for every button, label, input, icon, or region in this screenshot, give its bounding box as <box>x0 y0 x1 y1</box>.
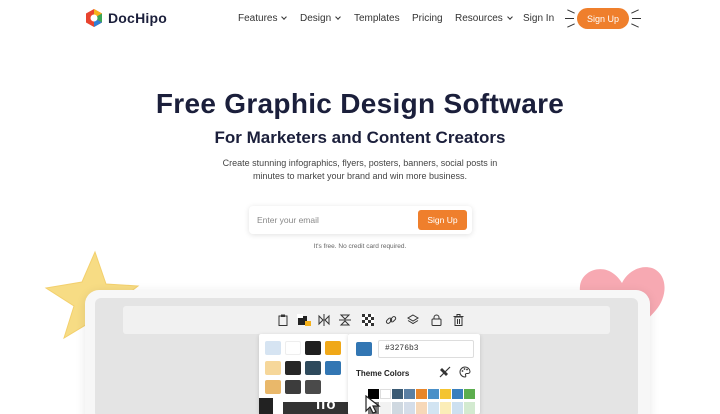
flip-horizontal-icon[interactable] <box>317 313 331 327</box>
hero-title: Free Graphic Design Software <box>155 88 565 119</box>
theme-color-swatch[interactable] <box>428 402 439 414</box>
canvas-element <box>259 398 273 414</box>
spark-line-decoration <box>565 18 574 19</box>
nav-item-pricing[interactable]: Pricing <box>412 13 443 24</box>
color-swatch[interactable] <box>265 380 281 394</box>
top-navbar: DocHipo Features Design Templates Pricin… <box>0 0 720 38</box>
clipboard-icon[interactable] <box>276 313 290 327</box>
color-swatch[interactable] <box>305 380 321 394</box>
theme-color-swatch[interactable] <box>440 389 451 399</box>
email-signup-form: Sign Up <box>249 206 472 234</box>
selected-color-swatch[interactable] <box>356 342 372 356</box>
trash-icon[interactable] <box>451 313 465 327</box>
theme-colors-label: Theme Colors <box>356 369 410 378</box>
flip-vertical-icon[interactable] <box>338 313 352 327</box>
spark-line-decoration <box>631 23 639 28</box>
color-swatch[interactable] <box>325 341 341 355</box>
color-swatch[interactable] <box>265 361 281 375</box>
theme-color-swatch[interactable] <box>464 389 475 399</box>
nav-item-label: Features <box>238 13 278 24</box>
nav-item-resources[interactable]: Resources <box>455 13 513 24</box>
logo-text-suffix: Hipo <box>135 10 167 26</box>
spark-line-decoration <box>567 23 575 28</box>
spark-line-decoration <box>632 18 641 19</box>
hero-signup-button[interactable]: Sign Up <box>418 210 467 230</box>
color-swatch[interactable] <box>305 341 321 355</box>
nav-item-sign-in[interactable]: Sign In <box>523 13 554 24</box>
landing-page: DocHipo Features Design Templates Pricin… <box>0 0 720 414</box>
theme-color-swatch[interactable] <box>440 402 451 414</box>
theme-color-swatch[interactable] <box>464 402 475 414</box>
canvas-text: llo <box>316 396 337 413</box>
theme-color-swatch[interactable] <box>452 402 463 414</box>
layers-icon[interactable] <box>406 313 420 327</box>
theme-color-swatch[interactable] <box>428 389 439 399</box>
chevron-down-icon <box>335 14 341 20</box>
mouse-cursor-icon <box>364 394 384 414</box>
theme-color-swatch[interactable] <box>452 389 463 399</box>
logo-text: DocHipo <box>108 10 167 26</box>
spark-line-decoration <box>631 9 639 14</box>
color-swatch[interactable] <box>325 361 341 375</box>
logo[interactable]: DocHipo <box>84 8 167 28</box>
link-icon[interactable] <box>384 313 398 327</box>
theme-color-swatch[interactable] <box>416 389 427 399</box>
dochipo-logo-icon <box>84 8 104 28</box>
nav-item-design[interactable]: Design <box>300 13 341 24</box>
nav-item-label: Sign In <box>523 13 555 24</box>
color-swatch[interactable] <box>285 341 301 355</box>
theme-color-swatch[interactable] <box>404 389 415 399</box>
chevron-down-icon <box>281 14 288 20</box>
nav-item-features[interactable]: Features <box>238 13 288 24</box>
color-fill-icon[interactable] <box>295 313 313 327</box>
color-swatch[interactable] <box>305 361 321 375</box>
nav-item-label: Pricing <box>412 13 443 24</box>
nav-signup-button[interactable]: Sign Up <box>577 8 629 29</box>
chevron-down-icon <box>506 14 513 20</box>
no-fill-icon[interactable] <box>438 365 452 379</box>
theme-color-swatch[interactable] <box>392 389 403 399</box>
color-swatch[interactable] <box>265 341 281 355</box>
transparency-icon[interactable] <box>361 313 375 327</box>
color-swatch[interactable] <box>285 380 301 394</box>
theme-color-swatch[interactable] <box>416 402 427 414</box>
nav-item-label: Resources <box>455 13 503 24</box>
theme-color-swatch[interactable] <box>392 402 403 414</box>
theme-color-swatch[interactable] <box>404 402 415 414</box>
lock-icon[interactable] <box>429 313 443 327</box>
email-input[interactable] <box>257 212 407 228</box>
hero-subtitle: For Marketers and Content Creators <box>214 128 506 147</box>
color-swatch[interactable] <box>285 361 301 375</box>
palette-icon[interactable] <box>458 365 472 379</box>
hex-color-input[interactable]: #3276b3 <box>378 340 474 358</box>
nav-item-templates[interactable]: Templates <box>354 13 400 24</box>
hero-description: Create stunning infographics, flyers, po… <box>222 158 498 181</box>
nav-item-label: Design <box>300 13 332 24</box>
logo-text-prefix: Doc <box>108 10 136 26</box>
nav-item-label: Templates <box>354 13 400 24</box>
spark-line-decoration <box>567 9 575 14</box>
